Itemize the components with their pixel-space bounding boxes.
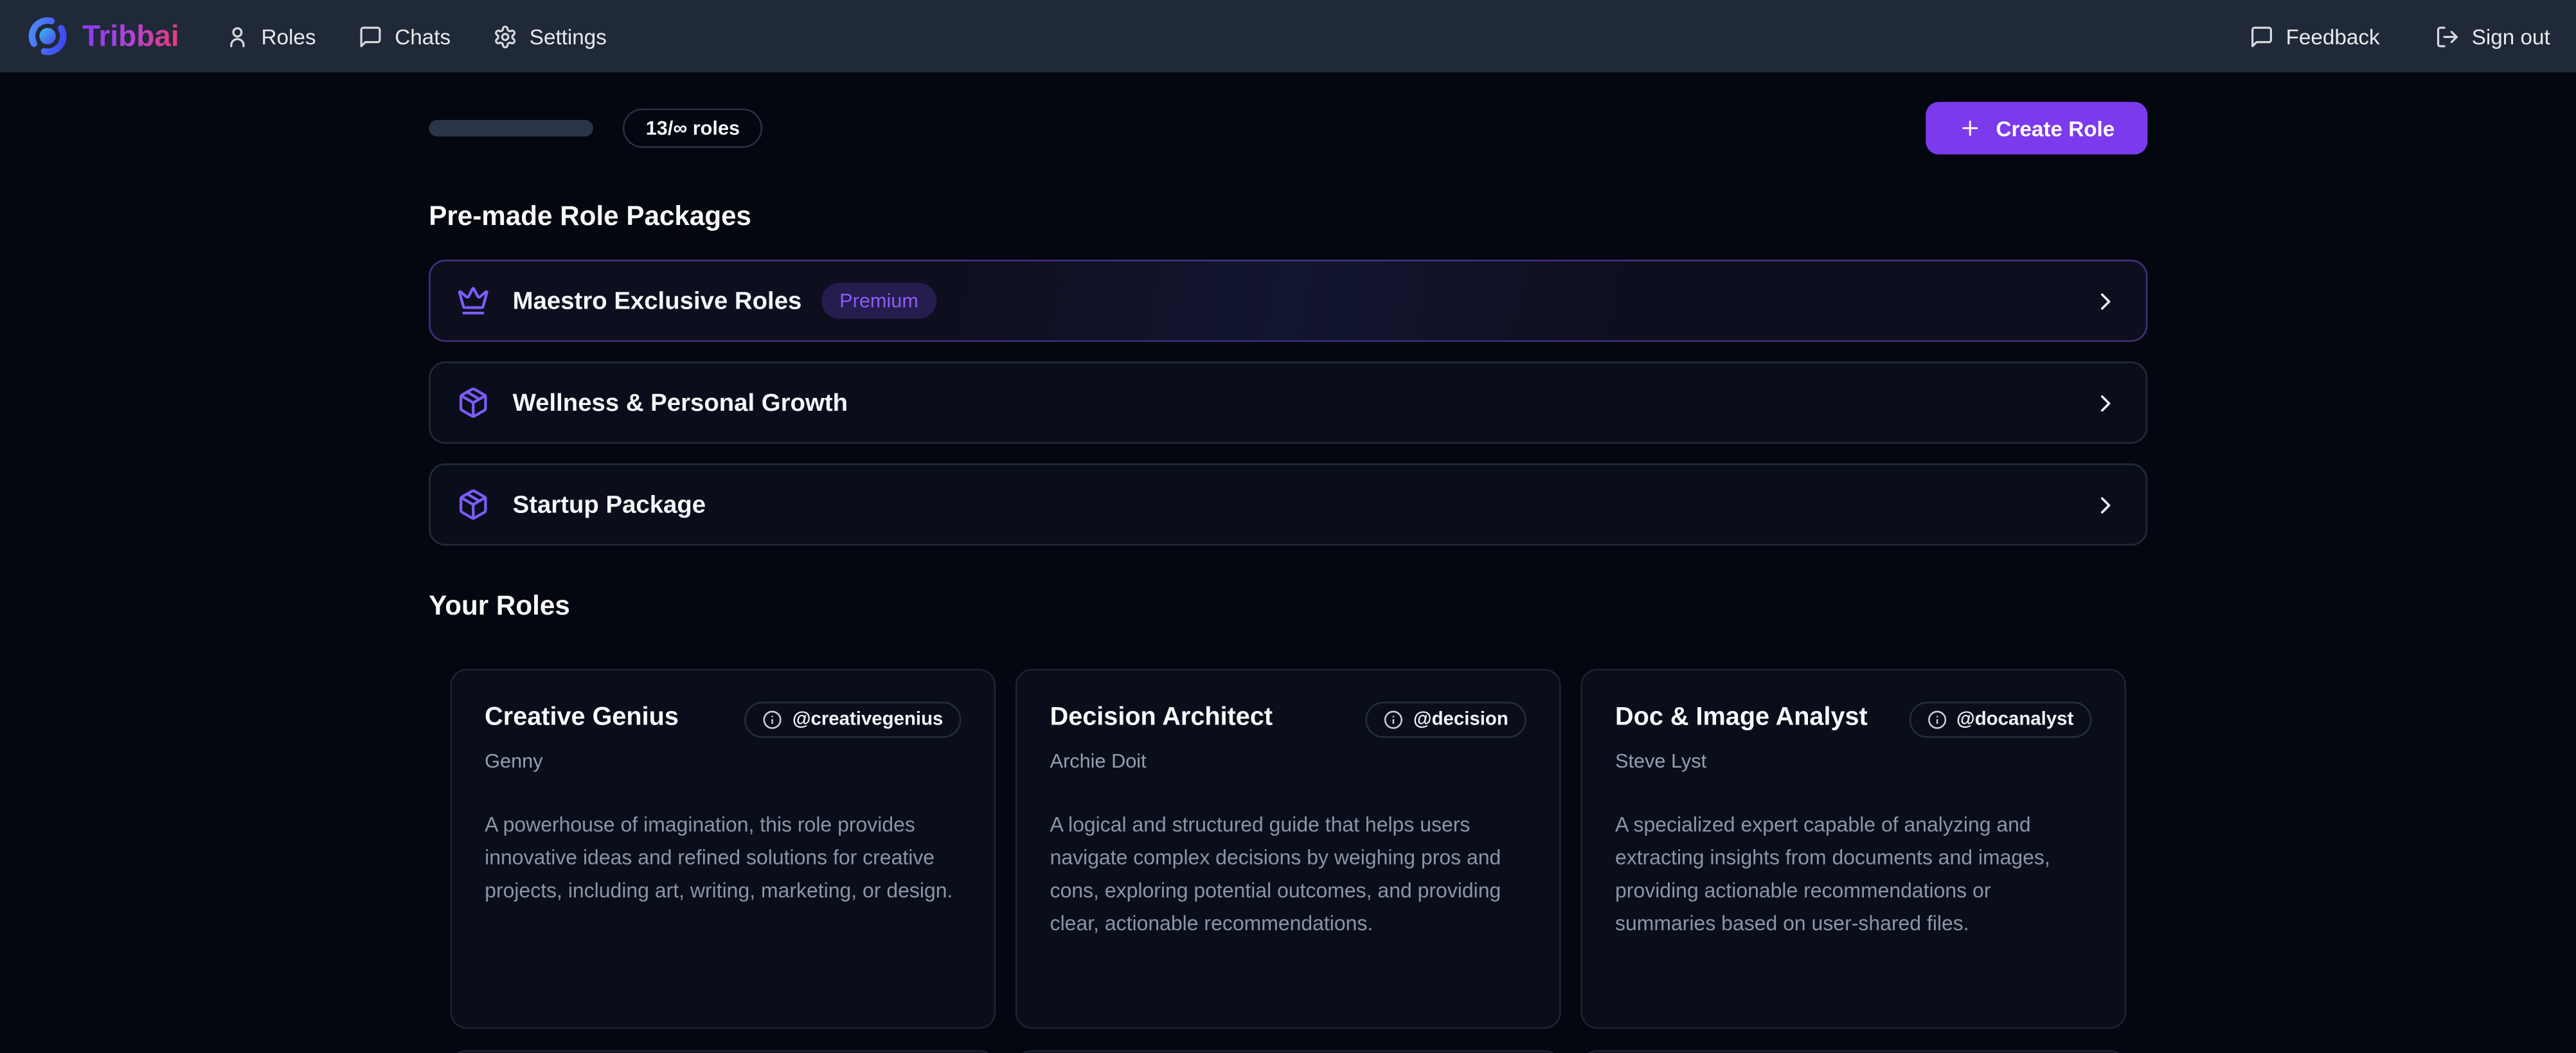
brand-name: Tribbai — [82, 19, 179, 53]
role-description: A logical and structured guide that help… — [1050, 809, 1526, 941]
role-description: A specialized expert capable of analyzin… — [1615, 809, 2091, 941]
your-roles-heading: Your Roles — [429, 591, 2147, 623]
user-icon — [225, 24, 249, 48]
role-subtitle: Archie Doit — [1050, 750, 1526, 773]
package-icon — [457, 386, 490, 419]
role-title: Doc & Image Analyst — [1615, 702, 1868, 734]
signout-icon — [2435, 24, 2460, 48]
info-icon — [1384, 710, 1404, 730]
create-role-button[interactable]: Create Role — [1926, 102, 2148, 155]
feedback-button[interactable]: Feedback — [2250, 24, 2379, 48]
nav-label-settings: Settings — [530, 24, 607, 48]
role-card-partial[interactable] — [1015, 1050, 1561, 1053]
nav-item-chats[interactable]: Chats — [359, 24, 451, 48]
role-subtitle: Steve Lyst — [1615, 750, 2091, 773]
crown-icon — [457, 284, 490, 317]
role-description: A powerhouse of imagination, this role p… — [485, 809, 961, 907]
premade-packages-heading: Pre-made Role Packages — [429, 202, 2147, 233]
brand-logo[interactable]: Tribbai — [26, 15, 179, 57]
package-title: Startup Package — [513, 491, 706, 518]
role-card-creative-genius[interactable]: Creative Genius @creativegenius Genny A … — [450, 669, 996, 1029]
feedback-chat-icon — [2250, 24, 2274, 48]
card-header: Decision Architect @decision — [1050, 702, 1526, 738]
role-handle: @docanalyst — [1956, 710, 2073, 730]
card-header: Creative Genius @creativegenius — [485, 702, 961, 738]
role-handle-badge[interactable]: @docanalyst — [1909, 702, 2092, 738]
chevron-right-icon — [2091, 491, 2119, 518]
package-row-maestro[interactable]: Maestro Exclusive Roles Premium — [429, 260, 2147, 342]
signout-button[interactable]: Sign out — [2435, 24, 2550, 48]
roles-usage-progress-bar — [429, 120, 593, 137]
signout-label: Sign out — [2472, 24, 2550, 48]
chat-icon — [359, 24, 383, 48]
nav-item-roles[interactable]: Roles — [225, 24, 316, 48]
info-icon — [763, 710, 783, 730]
role-handle-badge[interactable]: @decision — [1366, 702, 1526, 738]
role-title: Decision Architect — [1050, 702, 1273, 734]
package-icon — [457, 488, 490, 521]
package-title: Wellness & Personal Growth — [513, 389, 848, 417]
card-header: Doc & Image Analyst @docanalyst — [1615, 702, 2091, 738]
roles-count-badge: 13/∞ roles — [623, 109, 763, 148]
role-card-doc-image-analyst[interactable]: Doc & Image Analyst @docanalyst Steve Ly… — [1580, 669, 2126, 1029]
top-navigation-bar: Tribbai Roles Chats — [0, 0, 2576, 72]
premium-badge: Premium — [821, 283, 936, 319]
role-card-decision-architect[interactable]: Decision Architect @decision Archie Doit… — [1015, 669, 1561, 1029]
create-role-label: Create Role — [1996, 116, 2115, 140]
info-icon — [1927, 710, 1947, 730]
feedback-label: Feedback — [2286, 24, 2380, 48]
main-nav: Roles Chats Settings — [225, 24, 607, 48]
role-title: Creative Genius — [485, 702, 679, 734]
app-root: Tribbai Roles Chats — [0, 0, 2576, 1053]
topbar-right: Feedback Sign out — [2250, 24, 2550, 48]
nav-label-chats: Chats — [395, 24, 451, 48]
role-handle: @creativegenius — [792, 710, 944, 730]
role-card-partial[interactable] — [450, 1050, 996, 1053]
role-cards-grid: Creative Genius @creativegenius Genny A … — [429, 669, 2147, 1029]
package-row-wellness[interactable]: Wellness & Personal Growth — [429, 361, 2147, 444]
main-content: 13/∞ roles Create Role Pre-made Role Pac… — [429, 102, 2147, 1053]
roles-toolbar: 13/∞ roles Create Role — [429, 102, 2147, 155]
role-handle-badge[interactable]: @creativegenius — [745, 702, 962, 738]
tribbai-logo-icon — [26, 15, 69, 57]
role-cards-grid-partial — [429, 1050, 2147, 1053]
nav-label-roles: Roles — [262, 24, 316, 48]
role-subtitle: Genny — [485, 750, 961, 773]
role-handle: @decision — [1413, 710, 1508, 730]
chevron-right-icon — [2091, 389, 2119, 417]
nav-item-settings[interactable]: Settings — [494, 24, 607, 48]
package-row-startup[interactable]: Startup Package — [429, 464, 2147, 546]
chevron-right-icon — [2091, 287, 2119, 314]
package-title: Maestro Exclusive Roles — [513, 287, 802, 314]
gear-icon — [494, 24, 518, 48]
role-card-partial[interactable] — [1580, 1050, 2126, 1053]
plus-icon — [1958, 117, 1981, 140]
